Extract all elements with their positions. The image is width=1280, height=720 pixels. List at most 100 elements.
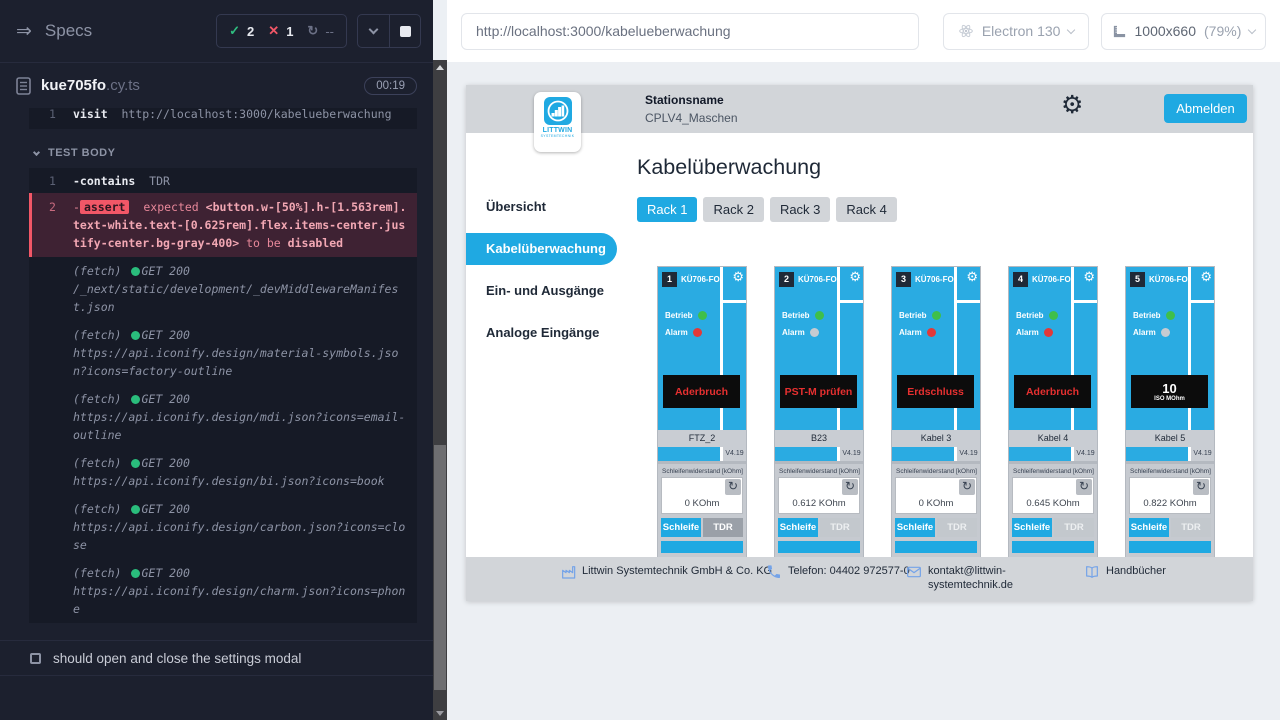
resistance-value: 0.822 KOhm (1130, 498, 1210, 509)
scrollbar-down-arrow[interactable] (433, 706, 447, 720)
betrieb-led-row: Betrieb (782, 311, 824, 320)
alarm-message: PST-M prüfen (785, 386, 853, 398)
station-info: Stationsname CPLV4_Maschen (645, 93, 738, 125)
card-gear-icon[interactable]: ⚙ (849, 270, 861, 283)
test-body-section-header[interactable]: TEST BODY (34, 144, 417, 162)
card-model-label: KÜ706-FO (1032, 275, 1071, 284)
assert-state: disabled (288, 236, 343, 250)
stop-button[interactable] (389, 15, 420, 47)
fetch-log-rows: (fetch)GET 200/_next/static/development/… (29, 257, 417, 623)
card-gear-icon[interactable]: ⚙ (966, 270, 978, 283)
card-bottom-strip: V4.19 (1009, 447, 1097, 461)
fetch-log-row[interactable]: (fetch)GET 200https://api.iconify.design… (29, 321, 417, 385)
resistance-value: 0 KOhm (662, 498, 742, 509)
iso-unit: ISO MOhm (1154, 396, 1185, 402)
schleife-button[interactable]: Schleife (778, 518, 818, 537)
email-icon (906, 564, 922, 580)
alarm-led (693, 328, 702, 337)
viewport-size-select[interactable]: 1000x660 (79%) (1101, 13, 1266, 50)
reporter-scrollbar[interactable] (433, 60, 447, 720)
fetch-log-row[interactable]: (fetch)GET 200https://api.iconify.design… (29, 495, 417, 559)
assert-chip: assert (80, 200, 130, 214)
app-main: Kabelüberwachung Rack 1Rack 2Rack 3Rack … (617, 133, 1253, 557)
command-row-contains[interactable]: 1 -contains TDR (29, 168, 417, 193)
station-value: CPLV4_Maschen (645, 111, 738, 125)
tab-rack-4[interactable]: Rack 4 (836, 197, 896, 222)
sidebar-item-ein-und-ausg-nge[interactable]: Ein- und Ausgänge (466, 275, 617, 307)
card-gear-icon[interactable]: ⚙ (1200, 270, 1212, 283)
schleife-button[interactable]: Schleife (661, 518, 701, 537)
command-row-visit[interactable]: 1 visit http://localhost:3000/kabelueber… (29, 108, 417, 126)
tdr-button[interactable]: TDR (1171, 518, 1211, 537)
fetch-label: (fetch) (73, 264, 121, 278)
rack-tabs: Rack 1Rack 2 Rack 3Rack 4 (637, 197, 1253, 222)
scrollbar-thumb[interactable] (434, 445, 446, 690)
collapse-button[interactable] (358, 15, 389, 47)
status-display: 10ISO MOhm (1131, 375, 1208, 408)
pending-circle-icon: ↻ (307, 23, 318, 39)
firmware-version-label: V4.19 (723, 447, 746, 461)
footer-item-factory[interactable]: Littwin Systemtechnik GmbH & Co. KG (560, 564, 780, 580)
tdr-button[interactable]: TDR (1054, 518, 1094, 537)
resistance-label: Schleifenwiderstand [kOhm] (1129, 467, 1211, 477)
alarm-led (927, 328, 936, 337)
scrollbar-up-arrow[interactable] (433, 60, 447, 74)
resistance-value-box: ↻0.612 KOhm (778, 477, 860, 514)
sidebar-item-analoge-eing-nge[interactable]: Analoge Eingänge (466, 317, 617, 349)
pending-test-row[interactable]: should open and close the settings modal (0, 640, 433, 676)
fetch-log-row[interactable]: (fetch)GET 200/_next/static/development/… (29, 257, 417, 321)
card-footer-strip (1129, 541, 1211, 553)
browser-select[interactable]: Electron 130 (943, 13, 1088, 50)
schleife-button[interactable]: Schleife (1129, 518, 1169, 537)
refresh-icon[interactable]: ↻ (1193, 479, 1209, 495)
url-input[interactable]: http://localhost:3000/kabelueberwachung (461, 13, 919, 50)
refresh-icon[interactable]: ↻ (1076, 479, 1092, 495)
refresh-icon[interactable]: ↻ (725, 479, 741, 495)
tdr-button[interactable]: TDR (703, 518, 743, 537)
card-gear-icon[interactable]: ⚙ (732, 270, 744, 283)
card-device-panel: 2KÜ706-FO⚙BetriebAlarmPST-M prüfenB23V4.… (775, 267, 863, 461)
alarm-led-row: Alarm (1016, 328, 1053, 337)
fetch-log-row[interactable]: (fetch)GET 200https://api.iconify.design… (29, 449, 417, 495)
sidebar-item-kabel-berwachung[interactable]: Kabelüberwachung (466, 233, 617, 265)
chevron-down-icon (1067, 25, 1075, 33)
resistance-label: Schleifenwiderstand [kOhm] (1012, 467, 1094, 477)
sidebar-item--bersicht[interactable]: Übersicht (466, 191, 617, 223)
card-gear-icon[interactable]: ⚙ (1083, 270, 1095, 283)
pending-test-title: should open and close the settings modal (53, 651, 301, 666)
spec-file-row[interactable]: kue705fo.cy.ts 00:19 (0, 63, 433, 108)
tab-rack-1[interactable]: Rack 1 (637, 197, 697, 222)
status-display: Aderbruch (1014, 375, 1091, 408)
card-device-panel: 4KÜ706-FO⚙BetriebAlarmAderbruchKabel 4V4… (1009, 267, 1097, 461)
footer-item-text: Littwin Systemtechnik GmbH & Co. KG (582, 564, 780, 580)
rack-card-5: 5KÜ706-FO⚙BetriebAlarm10ISO MOhmKabel 5V… (1125, 266, 1215, 557)
refresh-icon[interactable]: ↻ (842, 479, 858, 495)
stat-passed: ✓ 2 (229, 23, 254, 39)
command-row-assert-failed[interactable]: 2 -assert expected <button.w-[50%].h-[1.… (29, 193, 417, 257)
tab-rack-3[interactable]: Rack 3 (770, 197, 830, 222)
card-model-label: KÜ706-FO (798, 275, 837, 284)
card-measurement-panel: Schleifenwiderstand [kOhm]↻0 KOhmSchleif… (658, 464, 746, 557)
specs-toggle-icon[interactable]: ⇒ (16, 20, 32, 43)
fetch-label: (fetch) (73, 392, 121, 406)
schleife-button[interactable]: Schleife (1012, 518, 1052, 537)
tdr-button[interactable]: TDR (820, 518, 860, 537)
command-name: visit (73, 108, 108, 121)
alarm-led-row: Alarm (1133, 328, 1170, 337)
footer-item-email[interactable]: kontakt@littwin-systemtechnik.de (906, 564, 1048, 592)
footer-item-book[interactable]: Handbücher (1084, 564, 1246, 580)
settings-gear-icon[interactable]: ⚙ (1061, 93, 1083, 118)
fetch-log-row[interactable]: (fetch)GET 200https://api.iconify.design… (29, 385, 417, 449)
spec-file-icon (16, 77, 31, 95)
logout-button[interactable]: Abmelden (1164, 94, 1247, 123)
app-footer: Littwin Systemtechnik GmbH & Co. KGTelef… (466, 557, 1253, 601)
success-dot-icon (131, 569, 140, 578)
command-arg: TDR (149, 174, 170, 188)
schleife-button[interactable]: Schleife (895, 518, 935, 537)
tab-rack-2[interactable]: Rack 2 (703, 197, 763, 222)
firmware-version-label: V4.19 (840, 447, 863, 461)
refresh-icon[interactable]: ↻ (959, 479, 975, 495)
fetch-url: https://api.iconify.design/charm.json?ic… (73, 582, 409, 618)
tdr-button[interactable]: TDR (937, 518, 977, 537)
fetch-log-row[interactable]: (fetch)GET 200https://api.iconify.design… (29, 559, 417, 623)
